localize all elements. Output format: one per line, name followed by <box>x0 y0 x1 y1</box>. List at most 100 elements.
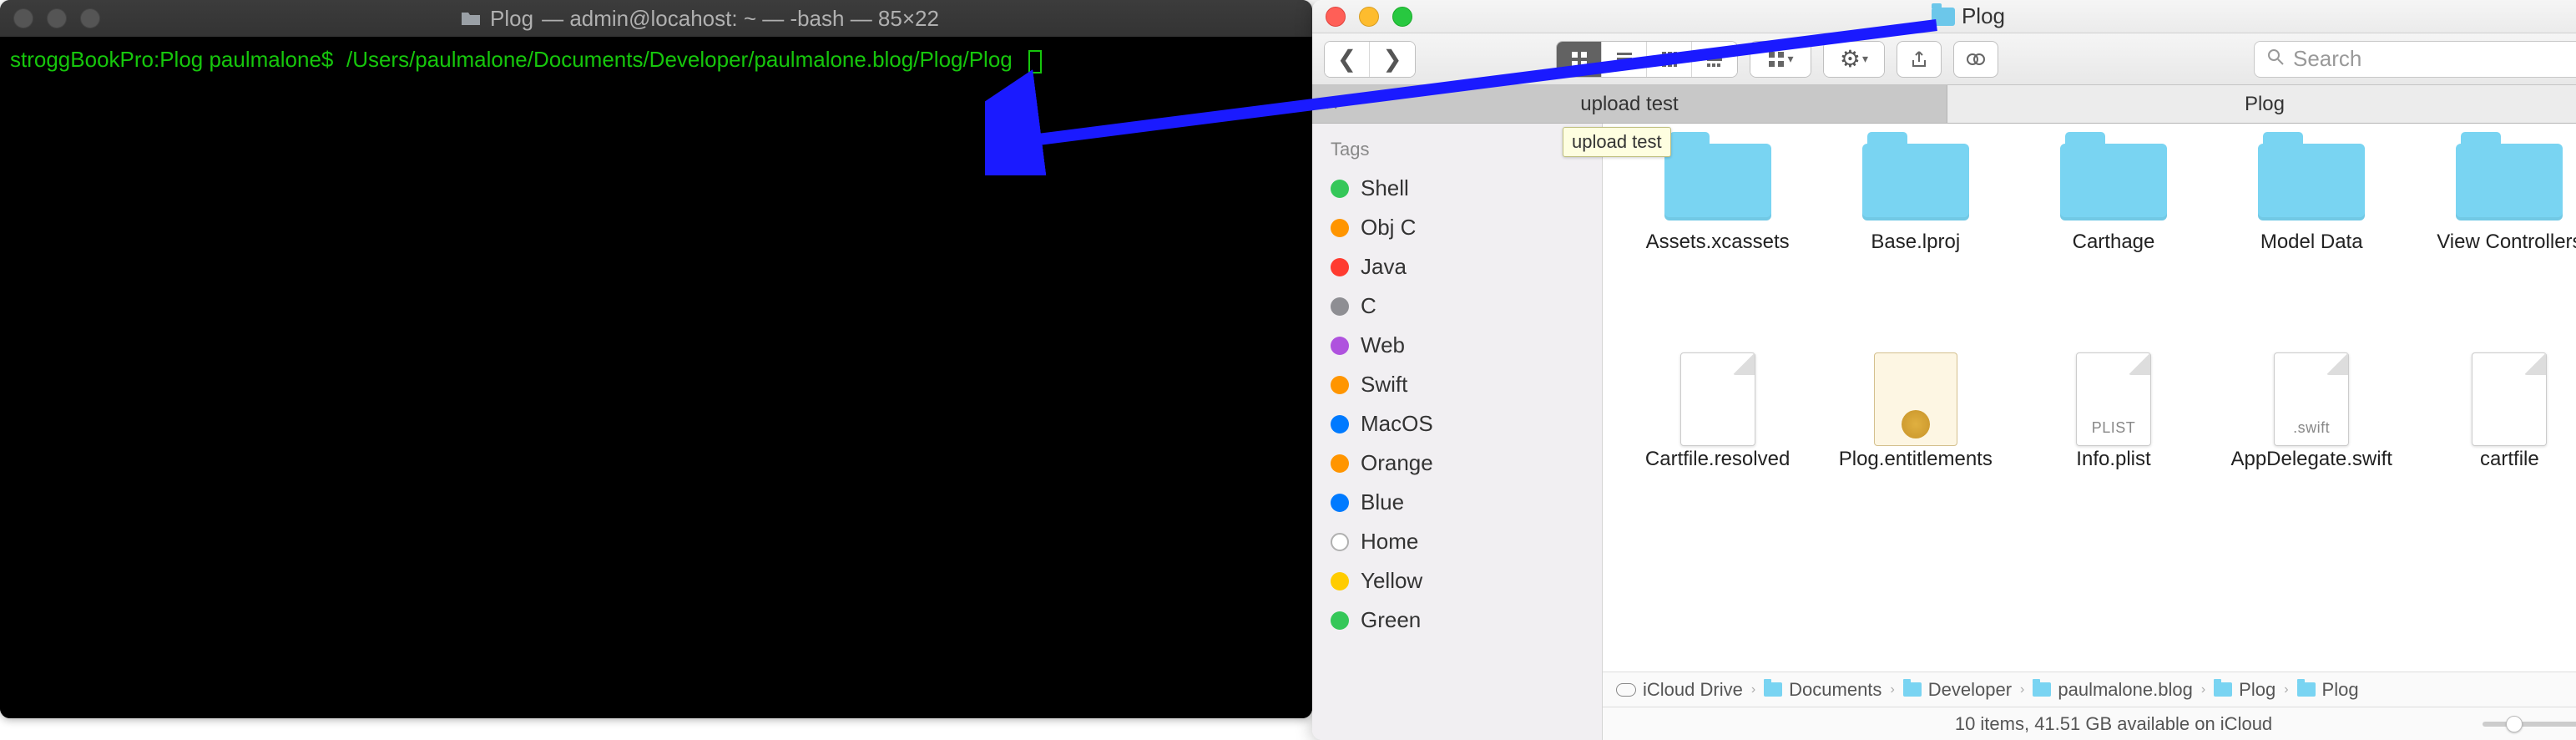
path-label: Plog <box>2322 679 2359 701</box>
arrange-group: ▾ <box>1750 41 1811 78</box>
folder-icon <box>1664 144 1771 220</box>
tag-label: Yellow <box>1361 568 1422 594</box>
sidebar-tag-blue[interactable]: Blue <box>1327 483 1602 522</box>
zoom-slider[interactable] <box>2483 722 2576 727</box>
file-item[interactable]: View Controllers <box>2415 140 2576 341</box>
close-icon[interactable]: ✕ <box>1324 94 1339 115</box>
tag-label: MacOS <box>1361 411 1433 437</box>
forward-button[interactable]: ❯ <box>1370 42 1415 77</box>
tag-label: Orange <box>1361 450 1433 476</box>
path-label: paulmalone.blog <box>2058 679 2192 701</box>
file-item[interactable]: Base.lproj <box>1821 140 2010 341</box>
file-label: View Controllers <box>2437 231 2576 255</box>
zoom-thumb[interactable] <box>2506 716 2523 732</box>
terminal-prompt: stroggBookPro:Plog paulmalone$ <box>10 47 333 72</box>
document-icon: PLIST <box>2076 352 2151 446</box>
sidebar-tag-green[interactable]: Green <box>1327 601 1602 640</box>
file-item[interactable]: Cartfile.resolved <box>1623 357 1812 558</box>
path-segment[interactable]: Plog <box>2297 679 2359 701</box>
tag-label: C <box>1361 293 1376 319</box>
finder-content: upload test Assets.xcassetsBase.lprojCar… <box>1603 124 2576 740</box>
file-label: Cartfile.resolved <box>1645 448 1790 472</box>
file-label: cartfile <box>2480 448 2539 472</box>
tag-label: Shell <box>1361 175 1409 201</box>
folder-icon <box>2214 682 2232 697</box>
tag-dot-icon <box>1331 494 1349 512</box>
tag-dot-icon <box>1331 219 1349 237</box>
minimize-button[interactable] <box>47 8 67 28</box>
file-item[interactable]: .swiftAppDelegate.swift <box>2217 357 2407 558</box>
file-label: Carthage <box>2073 231 2155 255</box>
tooltip: upload test <box>1563 127 1671 157</box>
file-item[interactable]: Carthage <box>2018 140 2208 341</box>
cloud-icon <box>1616 683 1636 697</box>
file-item[interactable]: cartfile <box>2415 357 2576 558</box>
file-item[interactable]: Model Data <box>2217 140 2407 341</box>
folder-icon <box>1932 8 1955 26</box>
view-group <box>1556 41 1738 78</box>
finder-traffic-lights <box>1326 7 1412 27</box>
file-item[interactable]: PLISTInfo.plist <box>2018 357 2208 558</box>
tag-label: Home <box>1361 529 1418 555</box>
path-label: Plog <box>2239 679 2275 701</box>
close-button[interactable] <box>1326 7 1346 27</box>
close-button[interactable] <box>13 8 33 28</box>
path-segment[interactable]: Plog <box>2214 679 2275 701</box>
zoom-button[interactable] <box>1392 7 1412 27</box>
terminal-body[interactable]: stroggBookPro:Plog paulmalone$ /Users/pa… <box>0 37 1312 718</box>
path-segment[interactable]: iCloud Drive <box>1616 679 1743 701</box>
folder-icon <box>2258 144 2365 220</box>
path-segment[interactable]: Developer <box>1903 679 2012 701</box>
sidebar-tag-swift[interactable]: Swift <box>1327 365 1602 404</box>
icon-view-button[interactable] <box>1557 42 1602 77</box>
sidebar-tag-orange[interactable]: Orange <box>1327 443 1602 483</box>
tag-dot-icon <box>1331 297 1349 316</box>
terminal-titlebar: Plog — admin@locahost: ~ — -bash — 85×22 <box>0 0 1312 37</box>
action-button[interactable]: ⚙▾ <box>1824 42 1884 77</box>
folder-icon <box>1862 144 1969 220</box>
search-input[interactable]: Search <box>2254 41 2576 78</box>
document-icon <box>2472 352 2547 446</box>
gallery-view-button[interactable] <box>1692 42 1737 77</box>
sidebar-tag-c[interactable]: C <box>1327 286 1602 326</box>
terminal-title-rest: — admin@locahost: ~ — -bash — 85×22 <box>542 6 939 32</box>
file-label: Plog.entitlements <box>1839 448 1993 472</box>
sidebar-tag-java[interactable]: Java <box>1327 247 1602 286</box>
tag-label: Swift <box>1361 372 1407 398</box>
sidebar-tag-yellow[interactable]: Yellow <box>1327 561 1602 601</box>
icon-grid[interactable]: Assets.xcassetsBase.lproj Carthage Model D… <box>1603 124 2576 672</box>
sidebar-tag-web[interactable]: Web <box>1327 326 1602 365</box>
certificate-icon <box>1874 352 1957 446</box>
minimize-button[interactable] <box>1359 7 1379 27</box>
tab-label: Plog <box>2245 93 2285 116</box>
tags-button[interactable] <box>1953 41 1998 78</box>
sidebar-tag-home[interactable]: Home <box>1327 522 1602 561</box>
path-segment[interactable]: Documents <box>1764 679 1881 701</box>
column-view-button[interactable] <box>1647 42 1692 77</box>
search-icon <box>2266 46 2285 72</box>
file-item[interactable]: Assets.xcassets <box>1623 140 1812 341</box>
chevron-right-icon: › <box>2020 682 2024 697</box>
sidebar-header-tags: Tags <box>1331 139 1602 160</box>
nav-group: ❮ ❯ <box>1324 41 1416 78</box>
path-segment[interactable]: paulmalone.blog <box>2033 679 2192 701</box>
share-button[interactable] <box>1897 41 1942 78</box>
terminal-title-folder: Plog <box>490 6 533 32</box>
arrange-button[interactable]: ▾ <box>1750 42 1811 77</box>
list-view-button[interactable] <box>1602 42 1647 77</box>
file-item[interactable]: Plog.entitlements <box>1821 357 2010 558</box>
back-button[interactable]: ❮ <box>1325 42 1370 77</box>
sidebar-tag-shell[interactable]: Shell <box>1327 169 1602 208</box>
tag-dot-icon <box>1331 258 1349 276</box>
tag-dot-icon <box>1331 180 1349 198</box>
tag-dot-icon <box>1331 454 1349 473</box>
search-placeholder: Search <box>2293 46 2361 72</box>
tab-upload-test[interactable]: ✕ upload test <box>1312 85 1947 123</box>
sidebar-tag-obj-c[interactable]: Obj C <box>1327 208 1602 247</box>
zoom-button[interactable] <box>80 8 100 28</box>
sidebar-tag-macos[interactable]: MacOS <box>1327 404 1602 443</box>
folder-icon <box>2033 682 2051 697</box>
tab-plog[interactable]: Plog <box>1947 85 2576 123</box>
tag-dot-icon <box>1331 533 1349 551</box>
chevron-right-icon: › <box>2284 682 2288 697</box>
